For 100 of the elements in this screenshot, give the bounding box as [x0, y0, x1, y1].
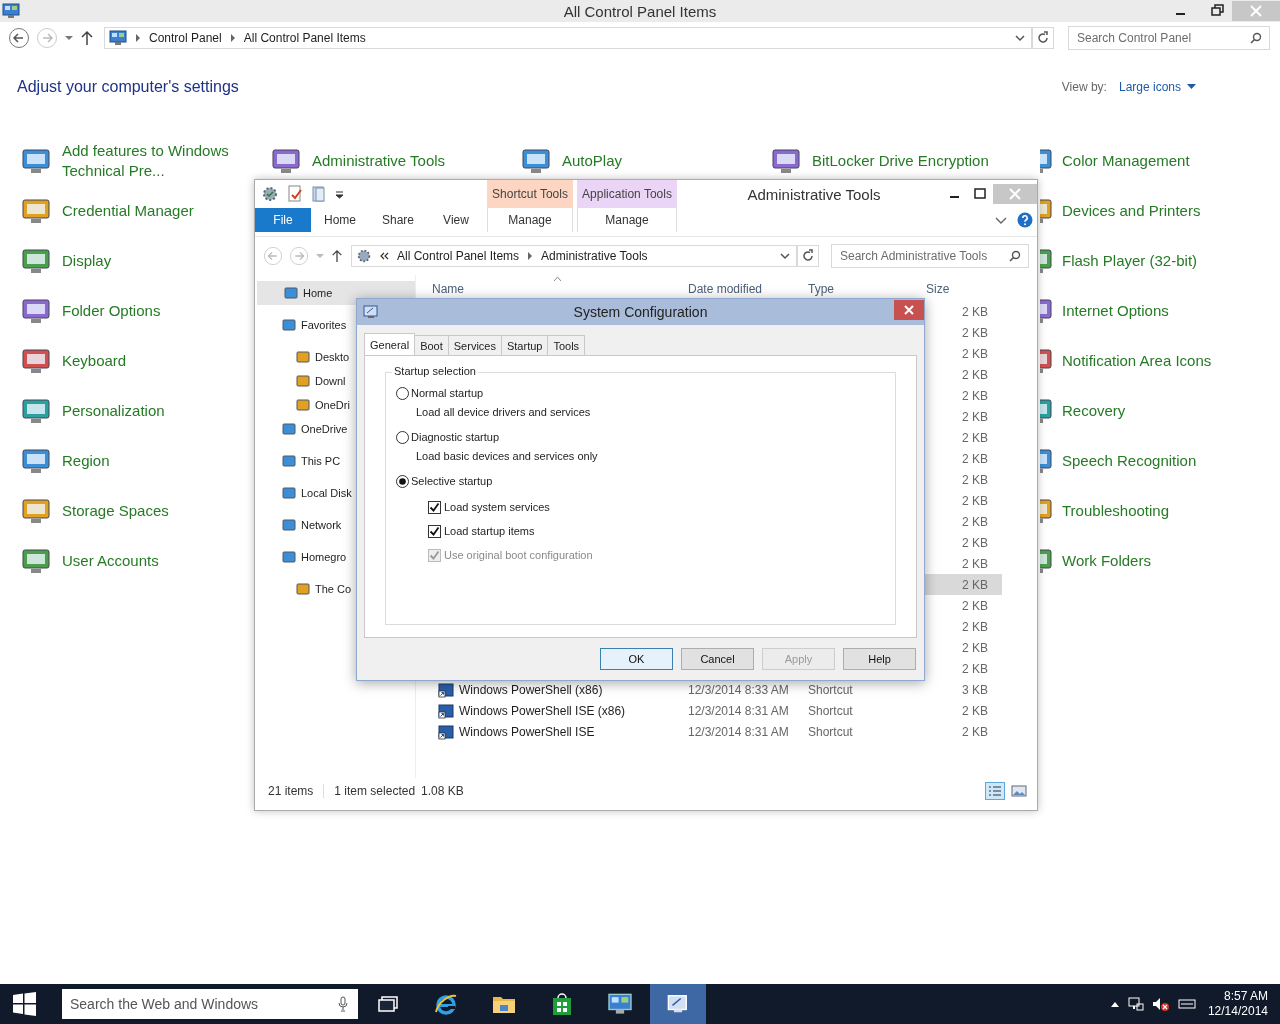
- control-panel-item[interactable]: Color Management: [1062, 151, 1190, 171]
- checkbox[interactable]: [428, 500, 441, 514]
- control-panel-item[interactable]: Credential Manager: [62, 201, 194, 221]
- control-panel-item[interactable]: Speech Recognition: [1062, 451, 1197, 471]
- control-panel-icon[interactable]: [606, 993, 634, 1015]
- dialog-tab[interactable]: Startup: [500, 335, 549, 355]
- ribbon-tab[interactable]: View: [427, 208, 485, 232]
- column-header[interactable]: Date modified: [678, 282, 798, 296]
- dialog-tab[interactable]: Tools: [547, 335, 586, 355]
- control-panel-item[interactable]: Personalization: [62, 401, 165, 421]
- dialog-button[interactable]: OK: [600, 648, 673, 670]
- keyboard-icon[interactable]: [1177, 998, 1196, 1010]
- control-panel-item[interactable]: Display: [62, 251, 112, 271]
- clock-date[interactable]: 12/14/2014: [1207, 1004, 1268, 1019]
- ribbon-tab[interactable]: Manage: [577, 208, 677, 232]
- control-panel-item[interactable]: Troubleshooting: [1062, 501, 1169, 521]
- thumbnail-view-button[interactable]: [1011, 784, 1027, 798]
- address-bar[interactable]: All Control Panel Items Administrative Tools: [351, 245, 797, 267]
- back-button[interactable]: [8, 27, 30, 49]
- control-panel-item[interactable]: Add features to Windows Technical Pre...: [62, 141, 252, 181]
- chevron-icon[interactable]: [995, 215, 1007, 225]
- ribbon-tab[interactable]: Share: [369, 208, 427, 232]
- page-heading: Adjust your computer's settings: [17, 78, 239, 96]
- refresh-button[interactable]: [1032, 27, 1054, 49]
- date-cell: 12/3/2014 8:31 AM: [688, 724, 789, 739]
- checkbox-label[interactable]: Load system services: [444, 501, 550, 513]
- control-panel-item[interactable]: Notification Area Icons: [1062, 351, 1212, 371]
- microphone-icon[interactable]: [338, 996, 348, 1012]
- control-panel-item[interactable]: Folder Options: [62, 301, 161, 321]
- checkbox[interactable]: [428, 524, 441, 538]
- breadcrumb[interactable]: Control Panel: [149, 31, 222, 45]
- chevron-icon: [229, 34, 236, 42]
- radio-label[interactable]: Normal startup: [411, 387, 484, 399]
- network-icon[interactable]: [1127, 996, 1144, 1012]
- dialog-button[interactable]: Help: [843, 648, 916, 670]
- refresh-button[interactable]: [797, 245, 819, 267]
- dropdown-icon[interactable]: [335, 189, 344, 199]
- file-row[interactable]: Windows PowerShell ISE (x86) 12/3/2014 8:31 AM Shortcut 2 KB: [422, 700, 1002, 721]
- control-panel-item[interactable]: Administrative Tools: [312, 151, 446, 171]
- control-panel-item[interactable]: AutoPlay: [562, 151, 623, 171]
- file-row[interactable]: Windows PowerShell (x86) 12/3/2014 8:33 AM Shortcut 3 KB: [422, 679, 1002, 700]
- breadcrumb[interactable]: Administrative Tools: [541, 249, 648, 263]
- control-panel-item[interactable]: Recovery: [1062, 401, 1126, 421]
- address-bar[interactable]: Control Panel All Control Panel Items: [104, 27, 1032, 49]
- checkbox-label[interactable]: Load startup items: [444, 525, 535, 537]
- monitor-icon[interactable]: [666, 993, 690, 1015]
- nav-item[interactable]: This PC: [255, 449, 415, 473]
- radio-label[interactable]: Diagnostic startup: [411, 431, 500, 443]
- gear-icon[interactable]: [261, 185, 279, 203]
- view-by-link[interactable]: Large icons: [1118, 80, 1181, 94]
- close-button[interactable]: [894, 300, 924, 320]
- radio-button[interactable]: [396, 430, 409, 444]
- up-button[interactable]: [331, 249, 343, 263]
- breadcrumb[interactable]: All Control Panel Items: [397, 249, 520, 263]
- speaker-muted-icon[interactable]: [1151, 996, 1170, 1012]
- control-panel-item[interactable]: Region: [62, 451, 110, 471]
- task-view-icon[interactable]: [377, 995, 399, 1013]
- help-icon[interactable]: [1017, 212, 1033, 228]
- nav-item[interactable]: The Co: [255, 577, 415, 601]
- control-panel-item[interactable]: Devices and Printers: [1062, 201, 1201, 221]
- column-header[interactable]: Type: [798, 282, 918, 296]
- ribbon-tab[interactable]: Manage: [487, 208, 573, 232]
- control-panel-item[interactable]: Internet Options: [1062, 301, 1169, 321]
- control-panel-item[interactable]: User Accounts: [62, 551, 159, 571]
- control-panel-item[interactable]: Flash Player (32-bit): [1062, 251, 1198, 271]
- ribbon-tab[interactable]: Home: [311, 208, 369, 232]
- file-name: Windows PowerShell (x86): [459, 682, 603, 697]
- search-field[interactable]: Search Control Panel: [1068, 26, 1270, 50]
- search-field[interactable]: Search Administrative Tools: [831, 244, 1029, 268]
- file-tab[interactable]: File: [255, 208, 311, 232]
- up-button[interactable]: [80, 30, 94, 46]
- control-panel-item[interactable]: Keyboard: [62, 351, 127, 371]
- clock-time[interactable]: 8:57 AM: [1223, 989, 1268, 1004]
- dropdown-icon[interactable]: [1015, 34, 1025, 42]
- radio-button[interactable]: [396, 474, 409, 488]
- radio-button[interactable]: [396, 386, 409, 400]
- control-panel-item[interactable]: BitLocker Drive Encryption: [812, 151, 989, 171]
- control-panel-icon: [109, 30, 127, 46]
- dialog-tab[interactable]: General: [364, 333, 416, 355]
- shopping-bag-icon[interactable]: [551, 992, 573, 1016]
- details-view-button[interactable]: [985, 782, 1005, 800]
- browser-icon[interactable]: [434, 992, 458, 1016]
- dialog-button[interactable]: Cancel: [681, 648, 754, 670]
- radio-label[interactable]: Selective startup: [411, 475, 493, 487]
- show-hidden-icons-button[interactable]: [1109, 1000, 1120, 1008]
- caret-icon[interactable]: [1187, 84, 1196, 90]
- nav-icon: [281, 517, 297, 533]
- nav-item[interactable]: Network: [255, 513, 415, 537]
- control-panel-item[interactable]: Work Folders: [1062, 551, 1151, 571]
- control-panel-item[interactable]: Storage Spaces: [62, 501, 169, 521]
- nav-item[interactable]: Homegro: [255, 545, 415, 569]
- breadcrumb[interactable]: All Control Panel Items: [243, 31, 366, 45]
- nav-item[interactable]: Home: [257, 281, 415, 305]
- dropdown-icon[interactable]: [780, 252, 790, 260]
- properties-icon[interactable]: [287, 185, 303, 203]
- column-header[interactable]: Name: [416, 282, 678, 296]
- option-description: Load basic devices and services only: [415, 449, 599, 464]
- file-row[interactable]: Windows PowerShell ISE 12/3/2014 8:31 AM Shortcut 2 KB: [422, 721, 1002, 742]
- column-header[interactable]: Size: [918, 282, 998, 296]
- taskbar-search-field[interactable]: Search the Web and Windows: [62, 989, 358, 1019]
